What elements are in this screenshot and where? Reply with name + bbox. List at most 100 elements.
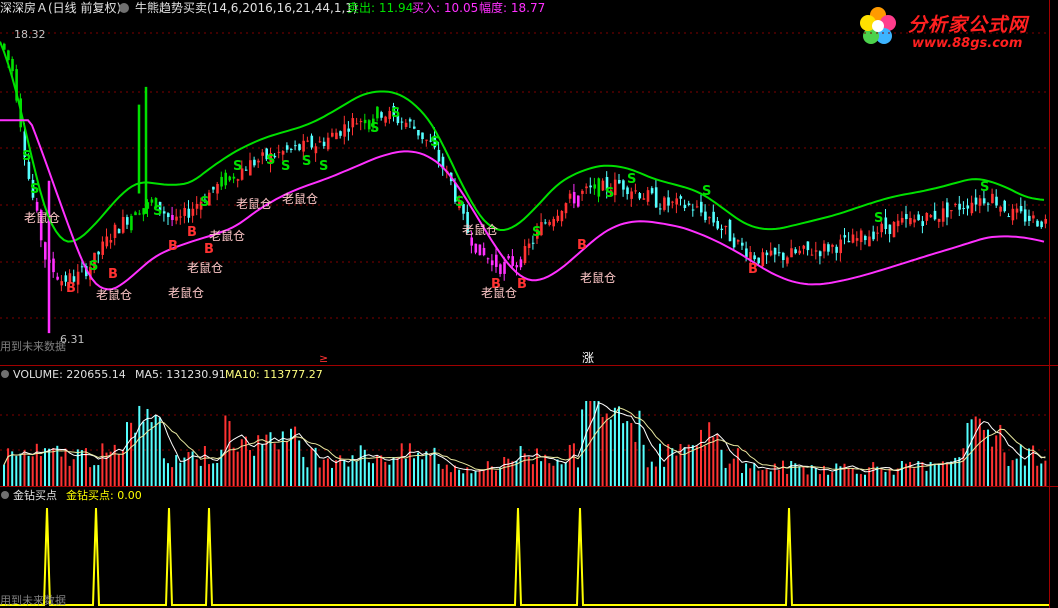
volume-bar: [244, 436, 247, 486]
volume-bar: [384, 461, 387, 486]
volume-bar: [753, 463, 756, 486]
volume-toggle-icon[interactable]: [1, 370, 9, 378]
volume-bar: [482, 470, 485, 486]
candle-body: [720, 228, 724, 231]
buy-signal-mark: B: [204, 242, 214, 257]
volume-bar: [622, 423, 625, 486]
candle-body: [121, 217, 125, 233]
buy-signal-mark: B: [577, 238, 587, 253]
volume-bar: [900, 461, 903, 486]
candle-body: [761, 252, 765, 267]
volume-bar: [802, 467, 805, 486]
volume-bar: [298, 440, 301, 486]
volume-bar: [560, 464, 563, 486]
volume-bar: [199, 465, 202, 486]
sell-signal-mark: S: [370, 121, 379, 136]
indicator-toggle-icon[interactable]: [119, 3, 129, 13]
sell-signal-mark: S: [605, 186, 614, 201]
volume-bar: [987, 429, 989, 486]
volume-bar: [1028, 448, 1030, 486]
chart-canvas: SSSSSS S S S SSSSSSSSSSSBBBBBB BBB老鼠仓老鼠仓老鼠仓 老鼠…: [0, 0, 1058, 608]
volume-bars: [3, 401, 1047, 486]
candle-body: [1032, 215, 1035, 219]
volume-bar: [794, 463, 797, 486]
volume-bar: [195, 459, 198, 486]
candle-body: [134, 212, 137, 216]
volume-bar: [552, 465, 555, 486]
candle-body: [864, 235, 867, 241]
candle-body: [150, 199, 154, 203]
volume-bar: [388, 464, 391, 486]
candle-body: [687, 203, 691, 205]
candle-body: [503, 261, 506, 274]
signal-toggle-icon[interactable]: [1, 491, 9, 499]
volume-bar: [179, 462, 182, 486]
candle-body: [741, 242, 744, 246]
volume-bar: [167, 463, 169, 486]
volume-bar: [650, 461, 653, 486]
volume-bar: [523, 453, 526, 486]
volume-bar: [732, 458, 735, 486]
volume-bar: [1036, 465, 1039, 486]
candle-body: [97, 251, 100, 255]
volume-bar: [306, 467, 309, 486]
volume-bar: [654, 466, 657, 486]
volume-bar: [249, 450, 251, 486]
candle-body: [843, 235, 847, 238]
volume-bar: [568, 444, 571, 486]
volume-bar: [285, 440, 288, 486]
candle-body: [1011, 208, 1015, 221]
sell-signal-mark: S: [980, 180, 989, 195]
candle-body: [35, 201, 39, 211]
candle-body: [363, 119, 367, 124]
candle-body: [577, 195, 580, 207]
sell-signal-mark: S: [153, 204, 162, 219]
volume-bar: [1040, 463, 1043, 486]
volume-bar: [76, 449, 79, 486]
volume-bar: [80, 450, 83, 486]
candle-body: [220, 176, 223, 187]
candle-body: [490, 260, 494, 266]
signal-name: 金钻买点: [13, 488, 57, 502]
volume-bar: [991, 446, 994, 486]
candle-body: [708, 217, 711, 219]
volume-bar: [679, 444, 682, 486]
volume-bar: [913, 468, 916, 486]
candle-body: [1023, 209, 1027, 222]
volume-bar: [175, 455, 178, 486]
volume-bar: [597, 401, 600, 486]
sell-signal-mark: S: [627, 172, 636, 187]
candle-body: [523, 246, 527, 264]
volume-bar: [663, 466, 666, 486]
candle-body: [216, 184, 219, 194]
candle-body: [839, 239, 842, 254]
candle-body: [130, 215, 133, 231]
volume-bar: [212, 463, 215, 486]
volume-bar: [495, 470, 497, 486]
candle-body: [527, 243, 531, 249]
candle-body: [212, 186, 215, 190]
volume-bar: [687, 444, 690, 486]
candle-body: [982, 198, 986, 204]
rat-position-label: 老鼠仓: [187, 261, 223, 275]
candle-body: [913, 219, 916, 223]
volume-bar: [7, 448, 10, 486]
candle-body: [823, 243, 826, 252]
volume-bar: [720, 449, 723, 486]
candle-body: [642, 198, 646, 200]
sell-value: 卖出: 11.94: [347, 1, 413, 15]
volume-bar: [585, 401, 588, 486]
volume-bar: [396, 458, 399, 486]
volume-bar: [31, 456, 34, 486]
candle-body: [421, 132, 424, 140]
volume-bar: [540, 461, 543, 486]
volume-bar: [158, 417, 161, 486]
candle-body: [339, 131, 342, 136]
volume-bar: [995, 435, 998, 486]
candle-body: [1028, 215, 1031, 221]
candle-body: [941, 208, 945, 222]
candle-body: [113, 224, 117, 238]
volume-bar: [408, 443, 411, 486]
rat-position-label: 老鼠仓: [580, 271, 616, 285]
candle-body: [597, 178, 601, 197]
